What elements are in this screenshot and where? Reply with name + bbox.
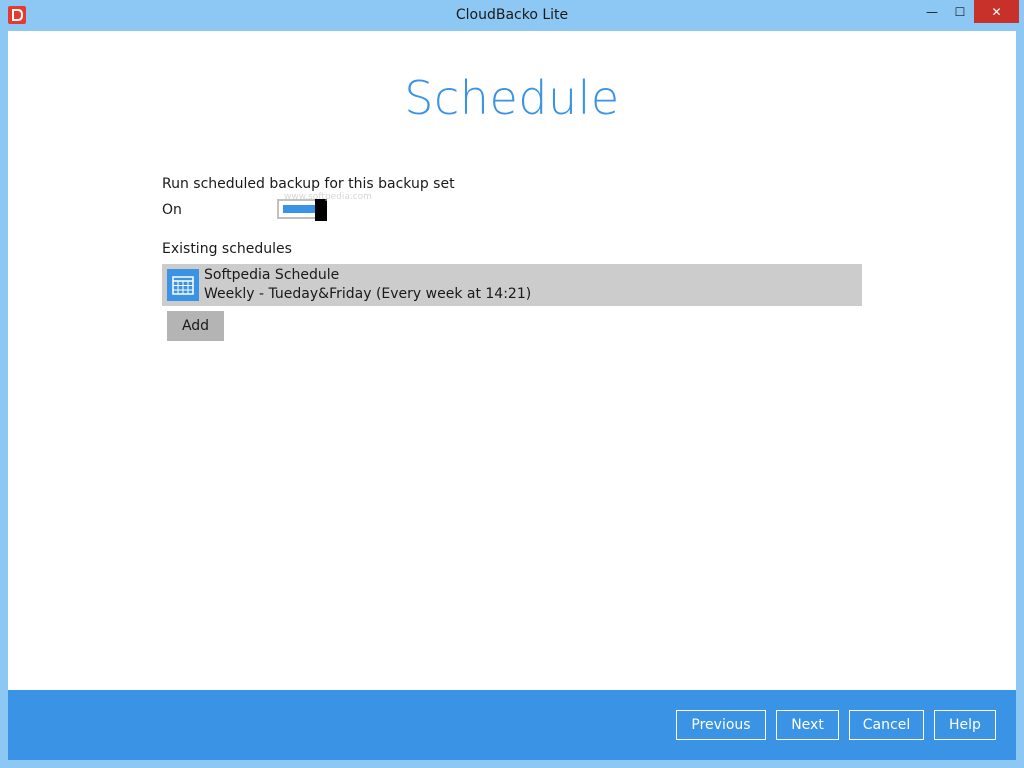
schedule-list-item[interactable]: Softpedia Schedule Weekly - Tueday&Frida… [162, 264, 862, 306]
main-content: Schedule Run scheduled backup for this b… [8, 31, 1016, 760]
scheduled-backup-toggle[interactable] [277, 199, 327, 221]
window-title: CloudBacko Lite [455, 7, 569, 23]
watermark: www.softpedia.com [284, 192, 372, 202]
minimize-button[interactable]: — [918, 0, 946, 23]
existing-schedules-label: Existing schedules [162, 241, 292, 257]
schedule-name: Softpedia Schedule [204, 267, 340, 283]
title-bar[interactable]: CloudBacko Lite — ☐ ✕ [0, 0, 1024, 31]
app-window: CloudBacko Lite — ☐ ✕ Schedule Run sched… [0, 0, 1024, 768]
previous-button[interactable]: Previous [676, 710, 766, 740]
footer-bar: Previous Next Cancel Help [8, 690, 1016, 760]
toggle-state-label: On [162, 202, 182, 218]
toggle-track-fill [283, 205, 318, 213]
cancel-button[interactable]: Cancel [849, 710, 924, 740]
help-button[interactable]: Help [934, 710, 996, 740]
maximize-button[interactable]: ☐ [946, 0, 974, 23]
calendar-icon [167, 269, 199, 301]
toggle-thumb[interactable] [315, 199, 327, 221]
next-button[interactable]: Next [776, 710, 839, 740]
run-scheduled-label: Run scheduled backup for this backup set [162, 176, 455, 192]
add-schedule-button[interactable]: Add [167, 311, 224, 341]
close-button[interactable]: ✕ [974, 0, 1019, 23]
page-title: Schedule [404, 71, 620, 125]
schedule-description: Weekly - Tueday&Friday (Every week at 14… [204, 286, 532, 302]
